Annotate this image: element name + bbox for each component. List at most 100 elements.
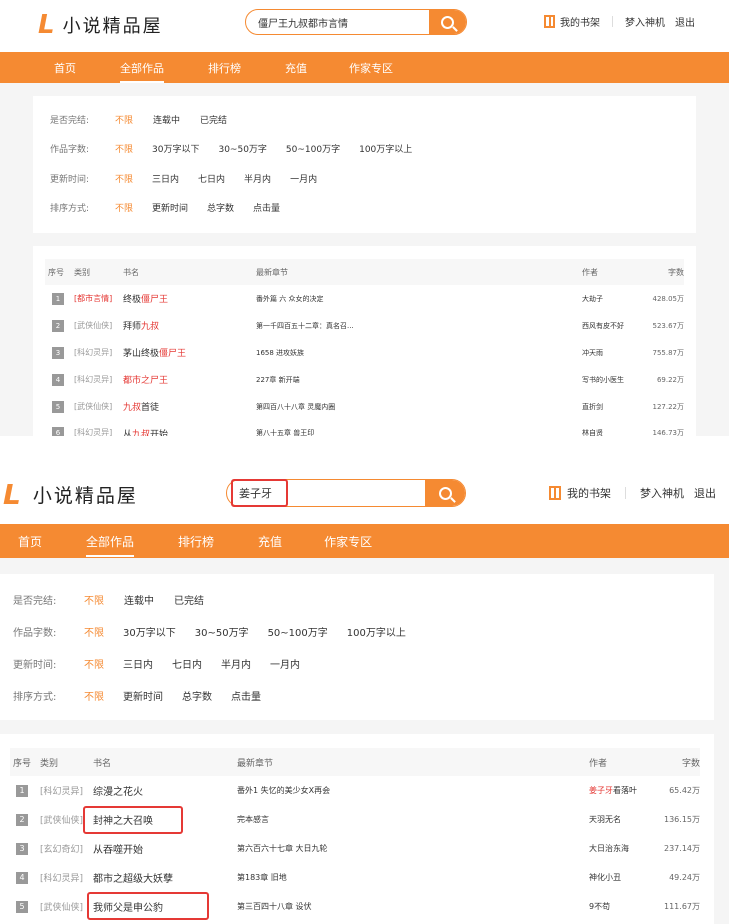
filter-option[interactable]: 50~100万字 [268,624,328,639]
filter-option[interactable]: 半月内 [221,656,251,671]
row-chapter[interactable]: 1658 进攻妖族 [256,339,582,366]
filter-option[interactable]: 50~100万字 [286,142,340,155]
filter-option[interactable]: 三日内 [123,656,153,671]
search-input[interactable] [246,10,429,34]
filter-option[interactable]: 不限 [115,142,133,155]
filter-option[interactable]: 一月内 [290,172,317,185]
row-author[interactable]: 神化小丑 [589,863,659,892]
logo[interactable]: L 小说精品屋 [3,477,138,511]
nav-author-zone[interactable]: 作家专区 [324,533,372,550]
row-chapter[interactable]: 第六百六十七章 大日九轮 [237,834,589,863]
filter-option[interactable]: 七日内 [198,172,225,185]
filter-option[interactable]: 更新时间 [123,688,163,703]
nav-rankings[interactable]: 排行榜 [178,533,214,550]
filter-option[interactable]: 总字数 [207,201,234,214]
nav-recharge[interactable]: 充值 [285,60,307,76]
row-category[interactable]: [都市言情] [74,285,123,312]
filter-option[interactable]: 半月内 [244,172,271,185]
row-chapter[interactable]: 第一千四百五十二章：真名召... [256,312,582,339]
filter-option[interactable]: 连载中 [124,592,154,607]
filter-option[interactable]: 30~50万字 [218,142,266,155]
row-author[interactable]: 大日治东海 [589,834,659,863]
search-button[interactable] [425,480,465,506]
filter-option[interactable]: 点击量 [231,688,261,703]
search-button[interactable] [429,10,466,34]
row-author[interactable]: 写书的小医生 [582,366,644,393]
row-words: 136.15万 [664,815,700,824]
row-author[interactable]: 直折剑 [582,393,644,420]
filter-option[interactable]: 点击量 [253,201,280,214]
row-title[interactable]: 从吞噬开始 [93,834,237,863]
filter-option[interactable]: 100万字以上 [347,624,406,639]
row-title[interactable]: 综漫之花火 [93,776,237,805]
row-category[interactable]: [科幻灵异] [74,420,123,436]
row-title[interactable]: 拜师九叔 [123,312,256,339]
nav-author-zone[interactable]: 作家专区 [349,60,393,76]
row-category[interactable]: [科幻灵异] [74,366,123,393]
logout-link[interactable]: 退出 [675,14,695,29]
filter-option[interactable]: 不限 [115,113,133,126]
row-chapter[interactable]: 完本感言 [237,805,589,834]
table-row: 4 [科幻灵异] 都市之尸王 227章 新开端 写书的小医生 69.22万 [45,366,684,393]
row-chapter[interactable]: 第八十五章 兽王印 [256,420,582,436]
title-highlight-box [83,806,183,834]
nav-recharge[interactable]: 充值 [258,533,282,550]
nav-all-works[interactable]: 全部作品 [120,60,164,83]
bookshelf-link[interactable]: 我的书架 [560,14,600,29]
filter-option[interactable]: 不限 [84,656,104,671]
filter-option[interactable]: 已完结 [200,113,227,126]
row-category[interactable]: [科幻灵异] [40,863,93,892]
bookshelf-link[interactable]: 我的书架 [567,485,611,501]
row-chapter[interactable]: 番外1 失忆的美少女X再会 [237,776,589,805]
row-title[interactable]: 终极僵尸王 [123,285,256,312]
table-row: 5 [武侠仙侠] 九叔首徒 第四百八十八章 灵魔内圈 直折剑 127.22万 [45,393,684,420]
row-author[interactable]: 天羽无名 [589,805,659,834]
row-chapter[interactable]: 第183章 旧地 [237,863,589,892]
row-category[interactable]: [武侠仙侠] [40,892,93,921]
logo[interactable]: L 小说精品屋 [38,10,163,40]
filter-option[interactable]: 七日内 [172,656,202,671]
nav-home[interactable]: 首页 [54,60,76,76]
filter-option[interactable]: 30万字以下 [123,624,176,639]
filter-option[interactable]: 不限 [115,172,133,185]
row-chapter[interactable]: 番外篇 六 众女的决定 [256,285,582,312]
logout-link[interactable]: 退出 [694,485,716,501]
filter-option[interactable]: 总字数 [182,688,212,703]
filter-option[interactable]: 30万字以下 [152,142,199,155]
filter-option[interactable]: 连载中 [153,113,180,126]
filter-option[interactable]: 三日内 [152,172,179,185]
row-chapter[interactable]: 第三百四十八章 设伏 [237,892,589,921]
filter-option[interactable]: 更新时间 [152,201,188,214]
nav-rankings[interactable]: 排行榜 [208,60,241,76]
user-link[interactable]: 梦入神机 [640,485,684,501]
row-title[interactable]: 从九叔开始 [123,420,256,436]
filter-option[interactable]: 已完结 [174,592,204,607]
row-chapter[interactable]: 227章 新开端 [256,366,582,393]
nav-home[interactable]: 首页 [18,533,42,550]
row-author[interactable]: 大劫子 [582,285,644,312]
filter-option[interactable]: 100万字以上 [359,142,412,155]
filter-option[interactable]: 不限 [84,592,104,607]
user-link[interactable]: 梦入神机 [625,14,665,29]
row-chapter[interactable]: 第四百八十八章 灵魔内圈 [256,393,582,420]
row-author[interactable]: 姜子牙看落叶 [589,776,659,805]
filter-option[interactable]: 30~50万字 [195,624,249,639]
row-title[interactable]: 都市之尸王 [123,366,256,393]
row-category[interactable]: [玄幻奇幻] [40,834,93,863]
row-author[interactable]: 林自贤 [582,420,644,436]
row-author[interactable]: 西风有皮不好 [582,312,644,339]
nav-all-works[interactable]: 全部作品 [86,533,135,557]
filter-option[interactable]: 不限 [115,201,133,214]
filter-option[interactable]: 不限 [84,688,104,703]
row-author[interactable]: 冲天雨 [582,339,644,366]
row-title[interactable]: 茅山终极僵尸王 [123,339,256,366]
filter-option[interactable]: 不限 [84,624,104,639]
row-author[interactable]: 9不苟 [589,892,659,921]
row-category[interactable]: [武侠仙侠] [74,312,123,339]
row-title[interactable]: 九叔首徒 [123,393,256,420]
row-category[interactable]: [武侠仙侠] [74,393,123,420]
row-category[interactable]: [科幻灵异] [40,776,93,805]
filter-option[interactable]: 一月内 [270,656,300,671]
row-category[interactable]: [科幻灵异] [74,339,123,366]
row-title[interactable]: 都市之超级大妖孽 [93,863,237,892]
